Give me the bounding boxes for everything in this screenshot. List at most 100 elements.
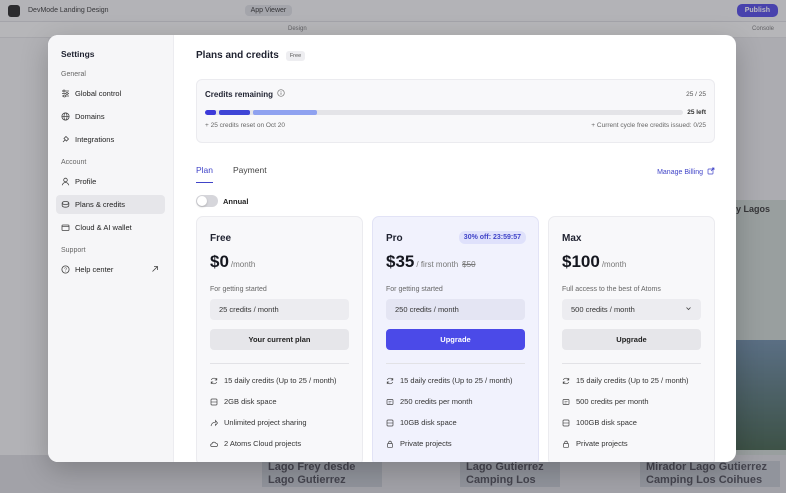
feature-text: Private projects (576, 439, 628, 448)
plans-content: Plans and credits Free Credits remaining… (174, 35, 736, 462)
plan-credits: 25 credits / month (210, 299, 349, 320)
sidebar-item-profile[interactable]: Profile (56, 172, 165, 191)
annual-label: Annual (223, 196, 249, 206)
feature-item: 2 Atoms Cloud projects (210, 439, 349, 448)
settings-title: Settings (61, 49, 95, 59)
sidebar-group-general: General (61, 71, 86, 78)
divider (210, 363, 349, 364)
upgrade-max-button[interactable]: Upgrade (562, 329, 701, 350)
sidebar-item-label: Plans & credits (75, 200, 126, 209)
plan-name: Max (562, 233, 582, 244)
plan-period: /month (601, 260, 627, 269)
current-plan-button[interactable]: Your current plan (210, 329, 349, 350)
credits-icon (386, 398, 394, 406)
credits-select[interactable]: 500 credits / month (562, 299, 701, 320)
globe-icon (61, 112, 70, 121)
plan-card-pro: Pro 30% off: 23:59:57 $35 / first month … (372, 216, 539, 462)
plan-old-price: $50 (462, 260, 476, 269)
lock-icon (562, 440, 570, 448)
lock-icon (386, 440, 394, 448)
credits-progress-bar (205, 110, 684, 115)
feature-item: 100GB disk space (562, 418, 701, 427)
feature-text: Unlimited project sharing (224, 418, 307, 427)
sidebar-item-help-center[interactable]: ? Help center (56, 260, 165, 279)
sidebar-group-support: Support (61, 247, 86, 254)
settings-sidebar: Settings General Global control Domains … (48, 35, 174, 462)
disk-icon (210, 398, 218, 406)
plan-card-free: Free $0 /month For getting started 25 cr… (196, 216, 363, 462)
sidebar-item-label: Help center (75, 265, 114, 274)
credits-reset-note: + 25 credits reset on Oct 20 (205, 122, 286, 129)
feature-text: 10GB disk space (400, 418, 457, 427)
credits-label: Credits remaining (205, 89, 274, 99)
credits-left: 25 left (687, 109, 706, 116)
sidebar-item-label: Global control (75, 89, 122, 98)
disk-icon (386, 419, 394, 427)
plan-period: / first month (416, 260, 459, 269)
sidebar-item-label: Cloud & AI wallet (75, 223, 132, 232)
feature-item: 2GB disk space (210, 397, 349, 406)
plan-period: /month (230, 260, 256, 269)
disk-icon (562, 419, 570, 427)
feature-item: 15 daily credits (Up to 25 / month) (562, 376, 701, 385)
plan-name: Free (210, 233, 232, 244)
coins-icon (61, 200, 70, 209)
credits-select-value: 500 credits / month (571, 305, 635, 314)
refresh-icon (562, 377, 570, 385)
plan-description: Full access to the best of Atoms (562, 286, 661, 293)
feature-text: 15 daily credits (Up to 25 / month) (576, 376, 689, 385)
sidebar-item-domains[interactable]: Domains (56, 107, 165, 126)
sidebar-item-label: Profile (75, 177, 97, 186)
plan-card-max: Max $100 /month Full access to the best … (548, 216, 715, 462)
share-icon (210, 419, 218, 427)
feature-item: Private projects (562, 439, 701, 448)
plan-cards: Free $0 /month For getting started 25 cr… (196, 216, 715, 462)
page-title: Plans and credits (196, 50, 279, 61)
help-icon: ? (61, 265, 70, 274)
feature-text: 500 credits per month (576, 397, 649, 406)
credits-count: 25 / 25 (686, 90, 706, 98)
divider (562, 363, 701, 364)
plan-price: $0 (210, 252, 229, 271)
credits-icon (562, 398, 570, 406)
toggle-knob (197, 196, 207, 206)
feature-item: 15 daily credits (Up to 25 / month) (210, 376, 349, 385)
plan-tabs: Plan Payment Manage Billing (196, 165, 715, 183)
feature-item: 250 credits per month (386, 397, 525, 406)
upgrade-pro-button[interactable]: Upgrade (386, 329, 525, 350)
wallet-icon (61, 223, 70, 232)
plan-price: $35 (386, 252, 415, 271)
feature-text: Private projects (400, 439, 452, 448)
user-icon (61, 177, 70, 186)
annual-toggle[interactable] (196, 195, 218, 207)
sidebar-item-integrations[interactable]: Integrations (56, 130, 165, 149)
feature-item: Unlimited project sharing (210, 418, 349, 427)
feature-text: 2 Atoms Cloud projects (224, 439, 302, 448)
feature-item: 15 daily credits (Up to 25 / month) (386, 376, 525, 385)
feature-text: 15 daily credits (Up to 25 / month) (400, 376, 513, 385)
credits-bar-segment (252, 110, 317, 115)
feature-item: Private projects (386, 439, 525, 448)
manage-billing-link[interactable]: Manage Billing (657, 167, 715, 177)
feature-item: 500 credits per month (562, 397, 701, 406)
sidebar-item-cloud-wallet[interactable]: Cloud & AI wallet (56, 218, 165, 237)
external-link-icon (707, 167, 715, 177)
tab-payment[interactable]: Payment (233, 165, 267, 183)
credits-card: Credits remaining 25 / 25 25 left + 25 c… (196, 79, 715, 143)
sidebar-item-global-control[interactable]: Global control (56, 84, 165, 103)
manage-billing-label: Manage Billing (657, 168, 703, 176)
refresh-icon (210, 377, 218, 385)
feature-text: 250 credits per month (400, 397, 473, 406)
sliders-icon (61, 89, 70, 98)
plan-credits-label: 250 credits / month (395, 305, 459, 314)
sidebar-group-account: Account (61, 159, 87, 166)
divider (386, 363, 525, 364)
plan-price: $100 (562, 252, 600, 271)
plan-description: For getting started (210, 286, 267, 293)
tab-plan[interactable]: Plan (196, 165, 214, 183)
sidebar-item-plans-credits[interactable]: Plans & credits (56, 195, 165, 214)
feature-item: 10GB disk space (386, 418, 525, 427)
external-link-icon (151, 265, 159, 275)
plug-icon (61, 135, 70, 144)
info-icon[interactable] (277, 89, 285, 99)
